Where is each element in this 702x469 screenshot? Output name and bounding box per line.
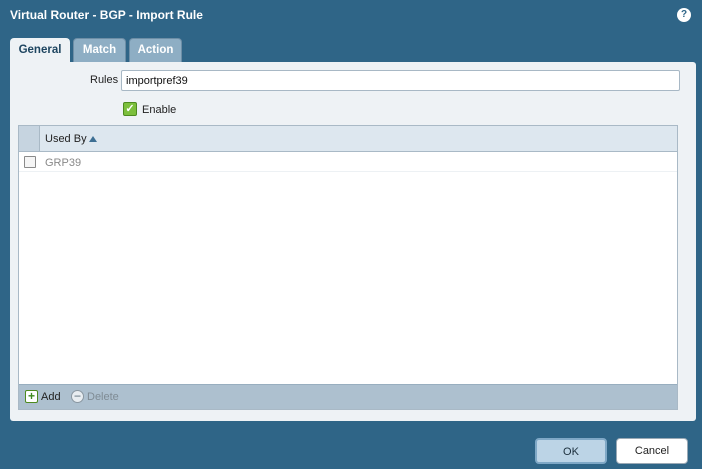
used-by-grid: Used By GRP39 + Add − Delete: [18, 125, 678, 410]
delete-label: Delete: [87, 391, 119, 403]
rules-label: Rules: [90, 74, 119, 86]
ok-button[interactable]: OK: [535, 438, 607, 464]
tab-match[interactable]: Match: [73, 38, 126, 62]
grid-header: Used By: [19, 126, 677, 152]
row-checkbox[interactable]: [24, 156, 36, 168]
cancel-button[interactable]: Cancel: [616, 438, 688, 464]
tab-general[interactable]: General: [10, 38, 70, 63]
grid-toolbar: + Add − Delete: [19, 384, 677, 409]
used-by-cell: GRP39: [45, 157, 82, 169]
enable-checkbox[interactable]: ✓: [123, 102, 137, 116]
sort-ascending-icon[interactable]: [89, 136, 97, 142]
dialog-titlebar: Virtual Router - BGP - Import Rule ?: [0, 0, 702, 30]
rules-input[interactable]: [121, 70, 680, 91]
help-icon[interactable]: ?: [677, 8, 691, 22]
dialog-title: Virtual Router - BGP - Import Rule: [10, 8, 203, 22]
used-by-column-header[interactable]: Used By: [45, 133, 87, 145]
add-label: Add: [41, 391, 61, 403]
select-all-column[interactable]: [19, 126, 40, 151]
enable-label: Enable: [142, 104, 177, 116]
minus-icon: −: [71, 390, 84, 403]
plus-icon: +: [25, 390, 38, 403]
tab-action[interactable]: Action: [129, 38, 182, 62]
table-row[interactable]: GRP39: [19, 152, 677, 172]
